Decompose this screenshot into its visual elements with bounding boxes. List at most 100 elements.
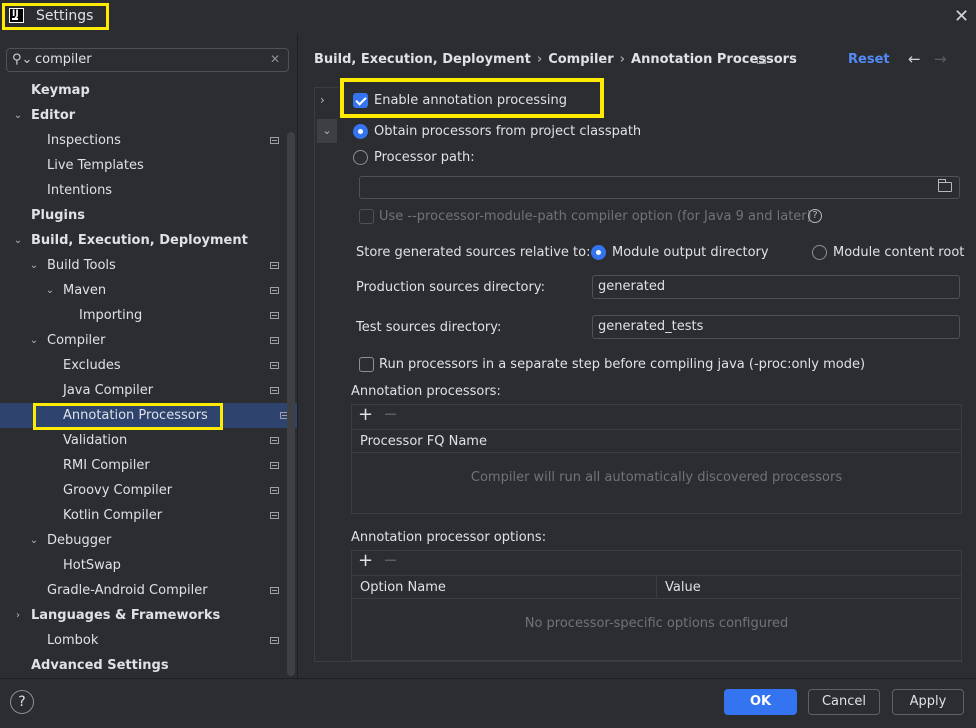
sidebar-item-label: Java Compiler	[63, 383, 154, 398]
chevron-right-icon[interactable]: ›	[12, 603, 24, 628]
sidebar-item-build-execution-deployment[interactable]: ⌄ Build, Execution, Deployment	[0, 228, 287, 253]
sidebar-item-label: Plugins	[31, 208, 85, 223]
sidebar-item-hotswap[interactable]: HotSwap	[0, 553, 287, 578]
arrow-left-icon[interactable]: ←	[908, 50, 921, 68]
sidebar-scrollbar[interactable]	[287, 132, 295, 676]
options-table	[351, 550, 962, 661]
sidebar-item-label: Intentions	[47, 183, 113, 198]
sidebar-item-plugins[interactable]: Plugins	[0, 203, 287, 228]
sidebar-item-lombok[interactable]: Lombok	[0, 628, 287, 653]
project-settings-icon	[270, 587, 279, 594]
add-option-button[interactable]: +	[358, 550, 373, 571]
store-relative-label: Store generated sources relative to:	[356, 245, 591, 260]
test-dir-field[interactable]: generated_tests	[592, 315, 960, 339]
processor-path-field[interactable]	[359, 176, 960, 199]
add-processor-button[interactable]: +	[358, 404, 373, 425]
sidebar-item-label: Keymap	[31, 83, 90, 98]
title-bar	[0, 0, 976, 34]
clear-icon[interactable]: ✕	[270, 52, 280, 66]
processor-fq-name-header[interactable]: Processor FQ Name	[360, 430, 487, 454]
option-name-header[interactable]: Option Name	[360, 576, 446, 600]
sidebar-item-groovy-compiler[interactable]: Groovy Compiler	[0, 478, 287, 503]
sidebar-item-keymap[interactable]: Keymap	[0, 78, 287, 103]
project-settings-icon	[270, 262, 279, 269]
breadcrumb-separator: ›	[536, 52, 543, 67]
processor-path-radio[interactable]	[353, 150, 368, 165]
chevron-down-icon[interactable]: ⌄	[12, 103, 24, 128]
module-output-radio[interactable]	[591, 245, 606, 260]
obtain-classpath-radio[interactable]	[353, 124, 368, 139]
sidebar-item-advanced-settings[interactable]: Advanced Settings	[0, 653, 287, 678]
sidebar-item-label: Groovy Compiler	[63, 483, 173, 498]
module-content-label[interactable]: Module content root	[833, 245, 964, 260]
sidebar-item-maven[interactable]: ⌄ Maven	[0, 278, 287, 303]
sidebar-item-importing[interactable]: Importing	[0, 303, 287, 328]
sidebar-item-excludes[interactable]: Excludes	[0, 353, 287, 378]
value-header[interactable]: Value	[665, 576, 701, 600]
folder-icon[interactable]	[938, 179, 952, 192]
module-content-radio[interactable]	[812, 245, 827, 260]
footer-divider	[0, 678, 976, 679]
sidebar-item-languages-frameworks[interactable]: › Languages & Frameworks	[0, 603, 287, 628]
run-separate-label[interactable]: Run processors in a separate step before…	[379, 357, 865, 372]
breadcrumb-item: Annotation Processors	[631, 52, 797, 67]
project-settings-icon	[270, 387, 279, 394]
sidebar-item-label: Kotlin Compiler	[63, 508, 163, 523]
help-button[interactable]: ?	[10, 690, 34, 714]
sidebar-item-label: RMI Compiler	[63, 458, 150, 473]
project-settings-icon	[270, 287, 279, 294]
breadcrumb-item[interactable]: Build, Execution, Deployment	[314, 52, 531, 67]
apply-button[interactable]: Apply	[892, 689, 964, 715]
chevron-down-icon[interactable]: ⌄	[317, 119, 337, 143]
chevron-right-icon[interactable]: ›	[320, 93, 325, 107]
project-settings-icon	[270, 512, 279, 519]
sidebar-item-label: Excludes	[63, 358, 121, 373]
sidebar-item-compiler[interactable]: ⌄ Compiler	[0, 328, 287, 353]
chevron-down-icon[interactable]: ⌄	[28, 528, 40, 553]
sidebar-item-kotlin-compiler[interactable]: Kotlin Compiler	[0, 503, 287, 528]
sidebar-item-debugger[interactable]: ⌄ Debugger	[0, 528, 287, 553]
sidebar-item-inspections[interactable]: Inspections	[0, 128, 287, 153]
chevron-down-icon[interactable]: ⌄	[28, 253, 40, 278]
sidebar-item-live-templates[interactable]: Live Templates	[0, 153, 287, 178]
project-settings-icon	[270, 462, 279, 469]
breadcrumb: Build, Execution, Deployment › Compiler › An…	[314, 52, 797, 67]
arrow-right-icon: →	[934, 50, 947, 68]
options-section-label: Annotation processor options:	[351, 530, 547, 545]
sidebar-item-build-tools[interactable]: ⌄ Build Tools	[0, 253, 287, 278]
sidebar-item-label: Live Templates	[47, 158, 144, 173]
sidebar-item-label: Build, Execution, Deployment	[31, 233, 248, 248]
processor-path-label[interactable]: Processor path:	[374, 150, 475, 165]
sidebar-item-editor[interactable]: ⌄ Editor	[0, 103, 287, 128]
module-output-label[interactable]: Module output directory	[612, 245, 769, 260]
cancel-button[interactable]: Cancel	[808, 689, 880, 715]
gutter-border	[314, 661, 962, 662]
module-gutter	[314, 87, 338, 662]
sidebar-item-validation[interactable]: Validation	[0, 428, 287, 453]
sidebar-item-label: Validation	[63, 433, 128, 448]
sidebar-item-annotation-processors[interactable]: Annotation Processors	[0, 403, 297, 428]
chevron-down-icon[interactable]: ⌄	[28, 328, 40, 353]
chevron-down-icon[interactable]: ⌄	[44, 278, 56, 303]
obtain-classpath-label[interactable]: Obtain processors from project classpath	[374, 124, 641, 139]
help-icon[interactable]: ?	[808, 209, 822, 223]
sidebar-item-intentions[interactable]: Intentions	[0, 178, 287, 203]
project-settings-icon	[270, 637, 279, 644]
run-separate-checkbox[interactable]	[359, 357, 374, 372]
project-settings-icon	[270, 137, 279, 144]
breadcrumb-item[interactable]: Compiler	[548, 52, 613, 67]
sidebar-item-gradle-android-compiler[interactable]: Gradle-Android Compiler	[0, 578, 287, 603]
column-divider	[656, 576, 657, 598]
reset-link[interactable]: Reset	[848, 52, 890, 67]
sidebar-item-java-compiler[interactable]: Java Compiler	[0, 378, 287, 403]
ok-button[interactable]: OK	[724, 689, 797, 715]
close-icon[interactable]: ✕	[954, 6, 969, 27]
options-table-header: Option Name Value	[352, 575, 961, 599]
chevron-down-icon[interactable]: ⌄	[12, 228, 24, 253]
search-value[interactable]: compiler	[35, 52, 92, 67]
processors-empty-text: Compiler will run all automatically disc…	[470, 470, 843, 485]
production-dir-field[interactable]: generated	[592, 275, 960, 299]
search-input[interactable]: ⚲⌄ compiler ✕	[6, 48, 289, 72]
sidebar-item-rmi-compiler[interactable]: RMI Compiler	[0, 453, 287, 478]
processors-table-header: Processor FQ Name	[352, 429, 961, 453]
